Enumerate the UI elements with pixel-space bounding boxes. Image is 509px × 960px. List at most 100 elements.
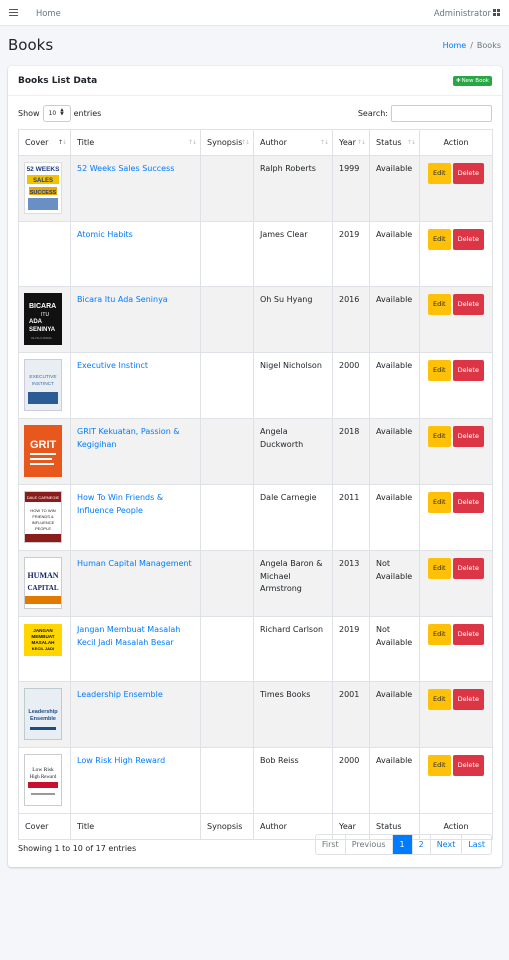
col-header-author[interactable]: Author ↑↓ (253, 129, 333, 156)
sort-icon: ↑↓ (356, 139, 366, 146)
delete-button[interactable]: Delete (452, 624, 484, 645)
status-cell: Available (369, 484, 420, 551)
synopsis-cell (200, 550, 254, 617)
next-page-button[interactable]: Next (429, 835, 462, 854)
book-title-link[interactable]: Jangan Membuat Masalah Kecil Jadi Masala… (77, 625, 180, 647)
book-title-link[interactable]: Executive Instinct (77, 361, 148, 370)
svg-text:HUMAN: HUMAN (27, 571, 58, 580)
book-title-link[interactable]: GRIT Kekuatan, Passion & Kegigihan (77, 427, 180, 449)
svg-text:GRIT: GRIT (30, 439, 57, 451)
book-title-link[interactable]: How To Win Friends & Influence People (77, 493, 163, 515)
col-header-status[interactable]: Status ↑↓ (369, 129, 420, 156)
synopsis-cell (200, 418, 254, 485)
edit-button[interactable]: Edit (428, 624, 451, 645)
title-cell: Jangan Membuat Masalah Kecil Jadi Masala… (70, 616, 201, 682)
new-book-button[interactable]: ✚ New Book (452, 75, 492, 86)
breadcrumb-current: Books (476, 40, 501, 50)
status-cell: Available (369, 747, 420, 814)
delete-button[interactable]: Delete (452, 689, 484, 710)
delete-button[interactable]: Delete (452, 294, 484, 315)
book-title-link[interactable]: Atomic Habits (77, 230, 133, 239)
svg-text:KECIL JADI: KECIL JADI (32, 646, 54, 651)
svg-text:HOW TO WIN: HOW TO WIN (30, 508, 55, 513)
synopsis-cell (200, 616, 254, 682)
year-cell: 2000 (332, 747, 370, 814)
edit-button[interactable]: Edit (428, 294, 451, 315)
action-cell: Edit Delete (419, 221, 493, 287)
cover-cell: Leadership Ensemble (18, 681, 71, 748)
delete-button[interactable]: Delete (452, 558, 484, 579)
edit-button[interactable]: Edit (428, 360, 451, 381)
delete-button[interactable]: Delete (452, 229, 484, 250)
edit-button[interactable]: Edit (428, 426, 451, 447)
table-row: BICARA ITU ADA SENINYA OH SU HYANG Bicara It… (18, 286, 493, 353)
synopsis-cell (200, 681, 254, 748)
sort-icon: ↑↓ (319, 139, 329, 146)
edit-button[interactable]: Edit (428, 689, 451, 710)
book-title-link[interactable]: 52 Weeks Sales Success (77, 164, 174, 173)
previous-page-button[interactable]: Previous (344, 835, 392, 854)
book-title-link[interactable]: Low Risk High Reward (77, 756, 165, 765)
synopsis-cell (200, 352, 254, 419)
entries-info: Showing 1 to 10 of 17 entries (18, 844, 137, 853)
top-navbar: Home Administrator (0, 0, 509, 26)
page-title: Books (8, 36, 54, 54)
pagination: First Previous 1 2 Next Last (314, 834, 492, 855)
edit-button[interactable]: Edit (428, 163, 451, 184)
card-title: Books List Data (18, 75, 98, 86)
col-header-title[interactable]: Title ↑↓ (70, 129, 201, 156)
top-home-link[interactable]: Home (36, 8, 61, 18)
svg-text:BICARA: BICARA (29, 303, 56, 310)
page-2-button[interactable]: 2 (411, 835, 430, 854)
col-header-action: Action (419, 129, 493, 156)
user-menu[interactable]: Administrator (434, 8, 500, 18)
book-cover-image: 52 WEEKS SALES SUCCESS (24, 162, 62, 214)
svg-text:ADA: ADA (29, 319, 43, 325)
last-page-button[interactable]: Last (461, 835, 491, 854)
svg-text:CAPITAL: CAPITAL (28, 584, 59, 592)
svg-text:DALE CARNEGIE: DALE CARNEGIE (27, 495, 60, 500)
book-title-link[interactable]: Leadership Ensemble (77, 690, 163, 699)
status-cell: Not Available (369, 550, 420, 617)
first-page-button[interactable]: First (316, 835, 345, 854)
search-input[interactable] (391, 104, 492, 122)
book-cover-image: GRIT (24, 425, 62, 477)
user-name: Administrator (433, 7, 491, 18)
svg-text:Low Risk: Low Risk (32, 767, 54, 773)
table-row: GRIT GRIT Kekuatan, Passion & Kegigihan … (18, 418, 493, 485)
breadcrumb-home[interactable]: Home (443, 41, 467, 50)
col-header-year[interactable]: Year ↑↓ (332, 129, 370, 156)
book-cover-image: JANGAN MEMBUAT MASALAH KECIL JADI (24, 624, 62, 656)
menu-icon[interactable] (9, 9, 18, 16)
page-1-button[interactable]: 1 (391, 835, 412, 854)
breadcrumb-separator: / (470, 40, 473, 50)
delete-button[interactable]: Delete (452, 755, 484, 776)
svg-text:INFLUENCE: INFLUENCE (32, 520, 55, 525)
edit-button[interactable]: Edit (428, 558, 451, 579)
status-cell: Available (369, 681, 420, 748)
action-cell: Edit Delete (419, 286, 493, 353)
edit-button[interactable]: Edit (428, 755, 451, 776)
delete-button[interactable]: Delete (452, 426, 484, 447)
col-header-synopsis[interactable]: Synopsis ↑↓ (200, 129, 254, 156)
year-cell: 2011 (332, 484, 370, 551)
edit-button[interactable]: Edit (428, 492, 451, 513)
edit-button[interactable]: Edit (428, 229, 451, 250)
col-header-cover[interactable]: Cover ↑↓ (18, 129, 71, 156)
cover-cell: BICARA ITU ADA SENINYA OH SU HYANG (18, 286, 71, 353)
action-cell: Edit Delete (419, 352, 493, 419)
delete-button[interactable]: Delete (452, 492, 484, 513)
year-cell: 2019 (332, 221, 370, 287)
author-cell: Oh Su Hyang (253, 286, 333, 353)
table-row: HUMAN CAPITAL Human Capital Management An… (18, 550, 493, 617)
synopsis-cell (200, 221, 254, 287)
table-header-row: Cover ↑↓ Title ↑↓ Synopsis ↑↓ Author ↑↓ Year… (18, 129, 493, 156)
status-cell: Not Available (369, 616, 420, 682)
status-cell: Available (369, 221, 420, 287)
delete-button[interactable]: Delete (452, 163, 484, 184)
sort-icon: ↑↓ (406, 139, 416, 146)
entries-select[interactable]: 10 ▲ ▼ (42, 104, 71, 122)
book-title-link[interactable]: Bicara Itu Ada Seninya (77, 295, 168, 304)
book-title-link[interactable]: Human Capital Management (77, 559, 192, 568)
delete-button[interactable]: Delete (452, 360, 484, 381)
